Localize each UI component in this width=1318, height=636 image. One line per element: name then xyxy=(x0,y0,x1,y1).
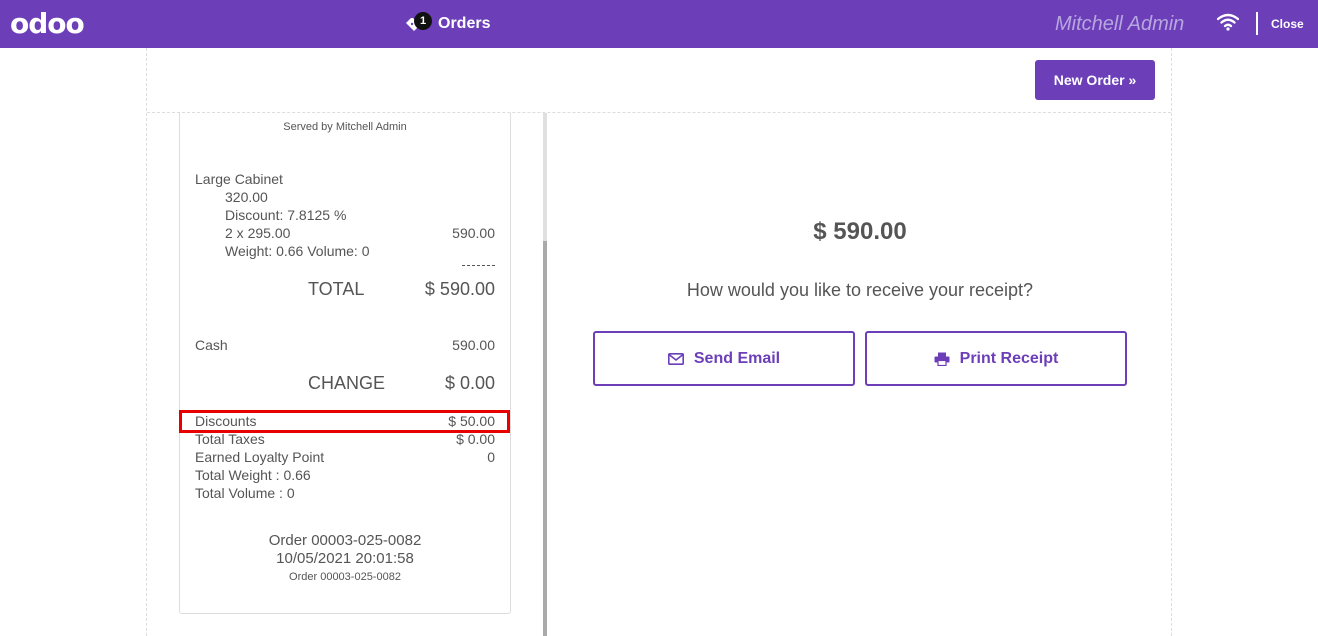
print-receipt-button[interactable]: Print Receipt xyxy=(865,331,1127,386)
receipt-options-panel: $ 590.00 How would you like to receive y… xyxy=(549,113,1171,636)
product-name: Large Cabinet xyxy=(195,171,283,187)
product-unit-price: 320.00 xyxy=(225,189,268,205)
print-receipt-label: Print Receipt xyxy=(959,349,1059,367)
order-amount: $ 590.00 xyxy=(813,218,907,245)
loyalty-row: Earned Loyalty Point 0 xyxy=(195,449,495,465)
discounts-row: Discounts $ 50.00 xyxy=(195,413,495,429)
product-qty-line: 2 x 295.00 590.00 xyxy=(225,225,495,241)
order-reference-small: Order 00003-025-0082 xyxy=(289,571,401,583)
payment-row: Cash 590.00 xyxy=(195,337,495,353)
total-weight: Total Weight : 0.66 xyxy=(195,467,311,483)
order-datetime: 10/05/2021 20:01:58 xyxy=(276,550,414,567)
send-email-button[interactable]: Send Email xyxy=(593,331,855,386)
content-frame: New Order » Served by Mitchell Admin Lar… xyxy=(146,48,1172,636)
ticket-icon: 1 xyxy=(404,12,432,34)
printer-icon xyxy=(934,352,950,366)
product-discount: Discount: 7.8125 % xyxy=(225,207,347,223)
orders-label: Orders xyxy=(438,15,491,32)
receipt: Served by Mitchell Admin Large Cabinet 3… xyxy=(179,113,511,614)
send-email-label: Send Email xyxy=(693,349,781,367)
new-order-button[interactable]: New Order » xyxy=(1035,60,1155,100)
orders-count-badge: 1 xyxy=(414,12,432,30)
order-reference: Order 00003-025-0082 xyxy=(268,532,422,549)
product-weight-volume: Weight: 0.66 Volume: 0 xyxy=(225,243,370,259)
wifi-icon[interactable] xyxy=(1216,13,1240,36)
receipt-panel[interactable]: Served by Mitchell Admin Large Cabinet 3… xyxy=(147,113,547,636)
header-divider xyxy=(1256,12,1258,35)
taxes-row: Total Taxes $ 0.00 xyxy=(195,431,495,447)
change-row: CHANGE $ 0.00 xyxy=(308,373,495,393)
receipt-scrollbar-thumb[interactable] xyxy=(543,241,547,636)
screen-header: New Order » xyxy=(147,48,1171,113)
orders-button[interactable]: 1 Orders xyxy=(404,8,490,40)
close-button[interactable]: Close xyxy=(1271,16,1304,32)
cashier-name[interactable]: Mitchell Admin xyxy=(1055,12,1184,36)
envelope-icon xyxy=(667,352,684,365)
top-bar: odoo 1 Orders Mitchell Admin Close xyxy=(0,0,1318,48)
total-separator xyxy=(462,265,495,266)
odoo-logo: odoo xyxy=(10,7,85,40)
served-by: Served by Mitchell Admin xyxy=(283,121,407,133)
receipt-question: How would you like to receive your recei… xyxy=(686,280,1034,300)
total-volume: Total Volume : 0 xyxy=(195,485,295,501)
total-row: TOTAL $ 590.00 xyxy=(308,279,495,299)
